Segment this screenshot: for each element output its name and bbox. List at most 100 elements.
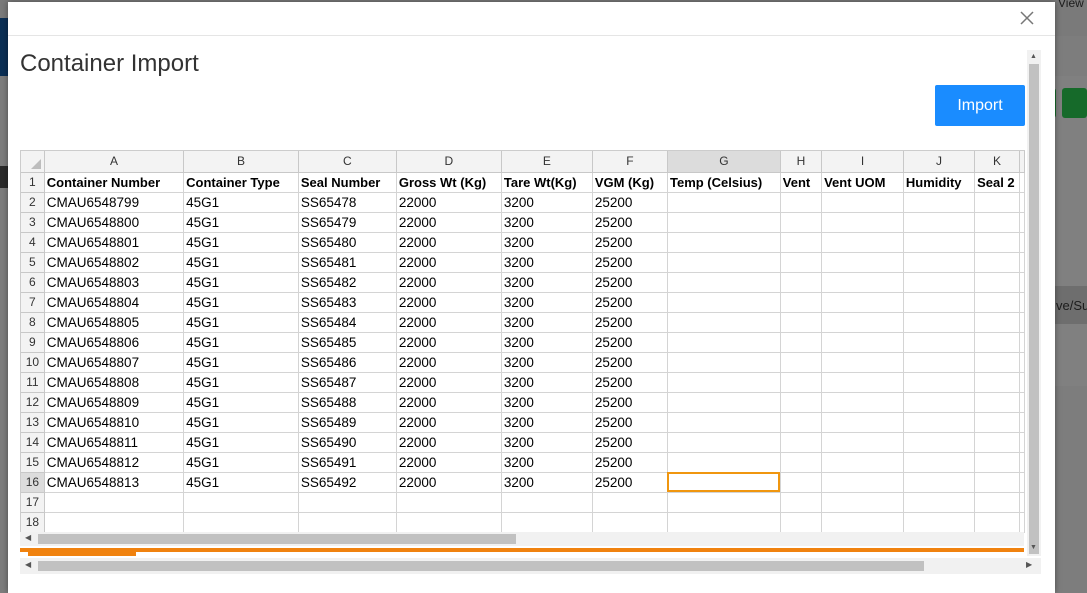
table-cell[interactable] <box>974 272 1020 293</box>
table-cell[interactable] <box>821 392 904 413</box>
table-cell[interactable] <box>667 412 781 433</box>
table-cell[interactable]: CMAU6548803 <box>44 272 185 293</box>
column-header-j[interactable]: J <box>903 151 976 173</box>
table-cell[interactable]: 45G1 <box>183 312 299 333</box>
table-cell[interactable]: 25200 <box>592 272 668 293</box>
table-cell[interactable]: 25200 <box>592 292 668 313</box>
table-cell[interactable]: 45G1 <box>183 372 299 393</box>
table-cell[interactable]: SS65486 <box>298 352 397 373</box>
table-cell[interactable] <box>974 192 1020 213</box>
table-cell[interactable]: 3200 <box>501 312 593 333</box>
table-cell[interactable]: 45G1 <box>183 332 299 353</box>
table-cell[interactable] <box>974 492 1020 513</box>
table-cell[interactable]: 25200 <box>592 332 668 353</box>
table-cell[interactable] <box>592 512 668 533</box>
table-cell[interactable]: SS65488 <box>298 392 397 413</box>
table-cell[interactable]: SS65478 <box>298 192 397 213</box>
table-cell[interactable] <box>974 432 1020 453</box>
column-header-d[interactable]: D <box>396 151 502 173</box>
table-cell[interactable] <box>903 452 976 473</box>
table-cell[interactable]: SS65485 <box>298 332 397 353</box>
table-cell[interactable]: CMAU6548810 <box>44 412 185 433</box>
header-cell[interactable]: Vent UOM <box>821 172 904 193</box>
table-cell[interactable]: SS65490 <box>298 432 397 453</box>
scroll-left-arrow-icon[interactable]: ◀ <box>25 560 31 569</box>
table-cell[interactable]: 22000 <box>396 272 502 293</box>
table-cell[interactable] <box>501 512 593 533</box>
table-cell[interactable]: SS65479 <box>298 212 397 233</box>
table-cell[interactable] <box>821 512 904 533</box>
table-cell[interactable]: CMAU6548801 <box>44 232 185 253</box>
table-cell[interactable]: 25200 <box>592 192 668 213</box>
table-cell[interactable]: CMAU6548799 <box>44 192 185 213</box>
row-header[interactable]: 3 <box>21 212 45 233</box>
table-cell[interactable] <box>1019 232 1025 253</box>
column-header-e[interactable]: E <box>501 151 593 173</box>
table-cell[interactable] <box>821 272 904 293</box>
table-cell[interactable]: CMAU6548812 <box>44 452 185 473</box>
table-cell[interactable] <box>974 332 1020 353</box>
table-cell[interactable] <box>821 492 904 513</box>
table-cell[interactable]: 25200 <box>592 472 668 493</box>
table-cell[interactable]: CMAU6548813 <box>44 472 185 493</box>
table-cell[interactable] <box>667 472 781 493</box>
table-cell[interactable] <box>903 392 976 413</box>
table-cell[interactable]: 3200 <box>501 292 593 313</box>
table-cell[interactable] <box>298 512 397 533</box>
modal-horizontal-scrollbar[interactable]: ◀ ▶ <box>20 558 1041 574</box>
table-cell[interactable] <box>1019 172 1025 193</box>
table-cell[interactable]: 22000 <box>396 332 502 353</box>
table-cell[interactable] <box>903 412 976 433</box>
table-cell[interactable] <box>821 432 904 453</box>
table-cell[interactable] <box>183 492 299 513</box>
table-cell[interactable] <box>903 312 976 333</box>
table-cell[interactable] <box>974 472 1020 493</box>
table-cell[interactable] <box>903 272 976 293</box>
table-cell[interactable]: 3200 <box>501 192 593 213</box>
table-cell[interactable] <box>780 352 823 373</box>
table-cell[interactable]: 22000 <box>396 252 502 273</box>
table-cell[interactable] <box>780 372 823 393</box>
table-cell[interactable] <box>974 252 1020 273</box>
column-header-c[interactable]: C <box>298 151 397 173</box>
table-cell[interactable]: 22000 <box>396 372 502 393</box>
row-header[interactable]: 6 <box>21 272 45 293</box>
table-cell[interactable] <box>903 352 976 373</box>
table-cell[interactable] <box>974 232 1020 253</box>
table-cell[interactable]: SS65491 <box>298 452 397 473</box>
table-cell[interactable] <box>667 252 781 273</box>
table-cell[interactable]: 45G1 <box>183 392 299 413</box>
table-cell[interactable] <box>1019 412 1025 433</box>
column-header-a[interactable]: A <box>44 151 185 173</box>
table-cell[interactable] <box>667 492 781 513</box>
table-cell[interactable] <box>821 472 904 493</box>
table-cell[interactable] <box>821 232 904 253</box>
table-cell[interactable]: SS65484 <box>298 312 397 333</box>
table-cell[interactable]: 3200 <box>501 332 593 353</box>
table-cell[interactable]: 25200 <box>592 432 668 453</box>
table-cell[interactable] <box>780 292 823 313</box>
table-cell[interactable] <box>821 312 904 333</box>
table-cell[interactable] <box>1019 512 1025 533</box>
column-header-i[interactable]: I <box>821 151 904 173</box>
table-cell[interactable]: 3200 <box>501 432 593 453</box>
table-cell[interactable]: 3200 <box>501 232 593 253</box>
table-cell[interactable] <box>1019 472 1025 493</box>
table-cell[interactable] <box>1019 492 1025 513</box>
table-cell[interactable]: 22000 <box>396 212 502 233</box>
table-cell[interactable] <box>592 492 668 513</box>
table-cell[interactable] <box>903 372 976 393</box>
table-cell[interactable]: 22000 <box>396 392 502 413</box>
table-cell[interactable] <box>780 452 823 473</box>
table-cell[interactable]: SS65492 <box>298 472 397 493</box>
table-cell[interactable] <box>44 512 185 533</box>
table-cell[interactable] <box>974 312 1020 333</box>
table-cell[interactable]: 3200 <box>501 212 593 233</box>
table-cell[interactable]: 3200 <box>501 352 593 373</box>
table-cell[interactable] <box>780 472 823 493</box>
table-cell[interactable] <box>780 232 823 253</box>
table-cell[interactable] <box>903 432 976 453</box>
row-header[interactable]: 8 <box>21 312 45 333</box>
table-cell[interactable]: 3200 <box>501 392 593 413</box>
table-cell[interactable]: 3200 <box>501 452 593 473</box>
